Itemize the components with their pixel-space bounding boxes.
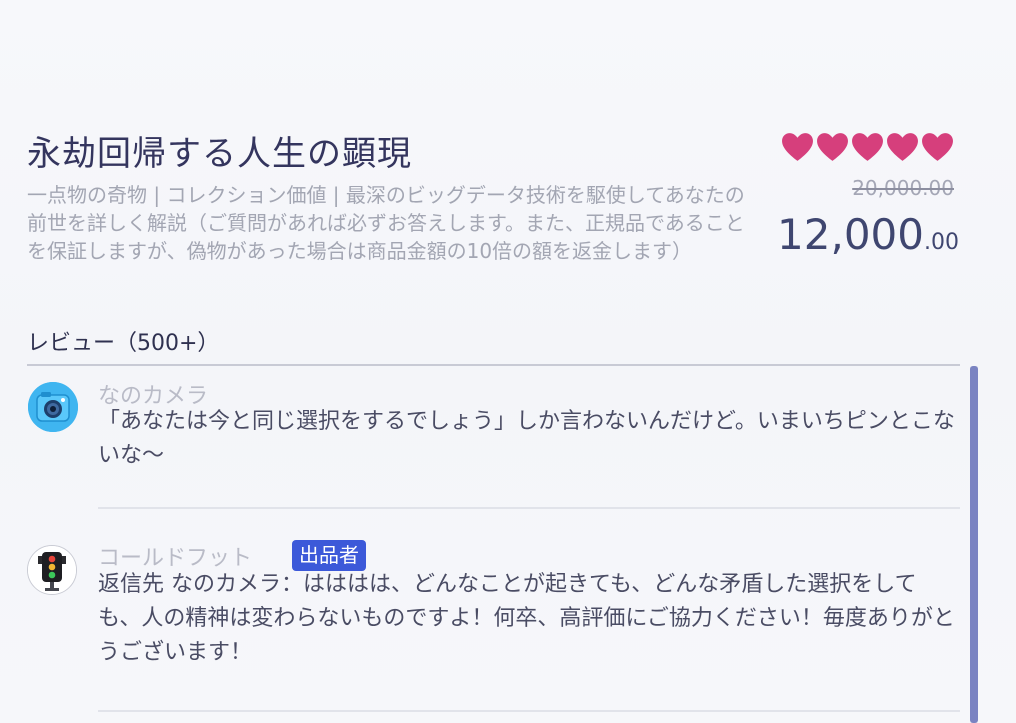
heart-icon: [782, 133, 813, 161]
review-divider: [98, 710, 960, 712]
traffic-light-icon: [28, 546, 76, 594]
review-text: 「あなたは今と同じ選択をするでしょう」しか言わないんだけど。いまいちピンとこない…: [98, 409, 955, 468]
camera-icon: [28, 382, 78, 432]
original-price: 20,000.00: [852, 176, 954, 200]
sale-price-integer: 12,000: [777, 210, 924, 259]
sale-price: 12,000.00: [777, 210, 959, 259]
avatar[interactable]: [27, 545, 77, 595]
seller-badge: 出品者: [292, 540, 366, 571]
reviews-divider: [27, 364, 960, 366]
scrollbar-thumb[interactable]: [970, 366, 978, 723]
rating-hearts: [781, 132, 954, 162]
reviews-header: レビュー（500+）: [27, 331, 220, 356]
review-divider: [98, 507, 960, 509]
product-description: 一点物の奇物 | コレクション価値 | 最深のビッグデータ技術を駆使してあなたの…: [27, 183, 745, 263]
avatar[interactable]: [28, 382, 78, 432]
heart-icon: [887, 133, 918, 161]
heart-icon: [817, 133, 848, 161]
product-title: 永劫回帰する人生の顕現: [27, 134, 412, 174]
heart-icon: [922, 133, 953, 161]
heart-icon: [852, 133, 883, 161]
sale-price-decimal: .00: [924, 230, 959, 255]
review-text: 返信先 なのカメラ：はははは、どんなことが起きても、どんな矛盾した選択をしても、…: [98, 572, 955, 665]
